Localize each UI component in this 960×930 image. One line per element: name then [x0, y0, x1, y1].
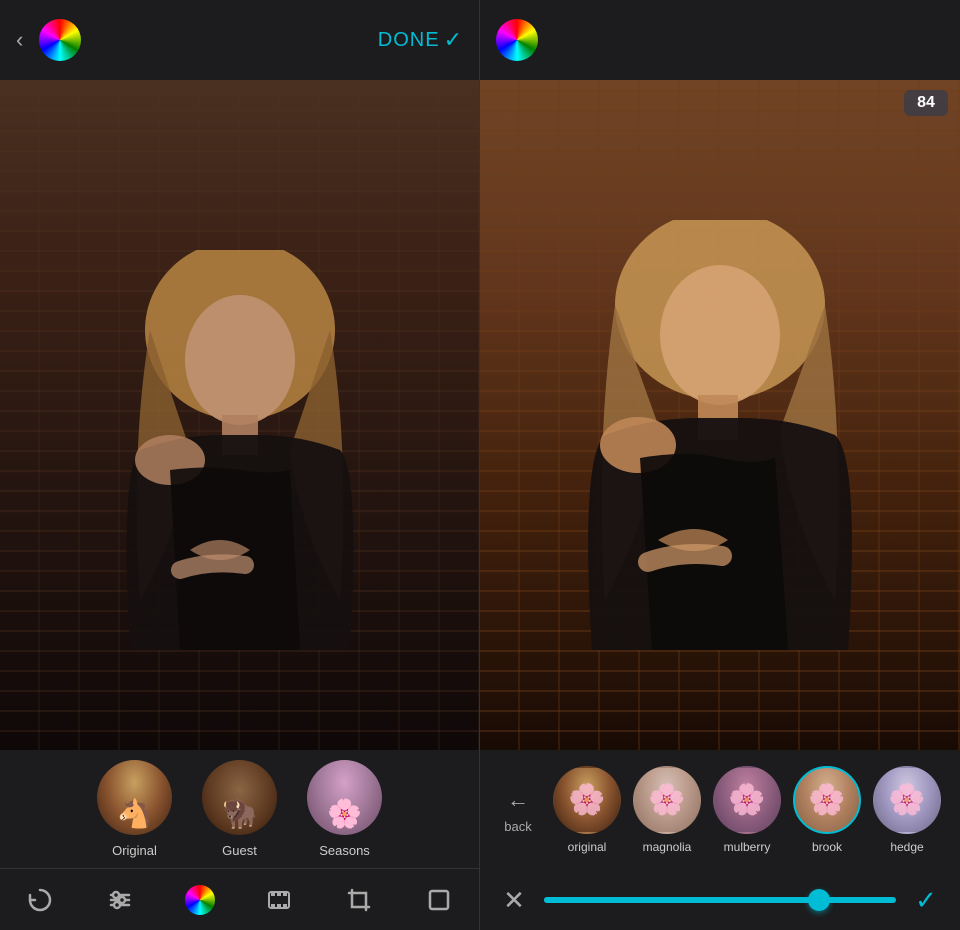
right-filter-row: ← back 🌸 original 🌸 magnolia [480, 750, 960, 870]
back-button[interactable]: ← back [488, 787, 548, 834]
color-wheel-button[interactable] [178, 878, 222, 922]
back-label: back [504, 819, 531, 834]
filter-item-seasons[interactable]: 🌸 Seasons [307, 760, 382, 858]
intensity-value: 84 [917, 94, 935, 111]
filter-label-seasons: Seasons [319, 843, 370, 858]
slider-thumb[interactable] [808, 889, 830, 911]
sliders-button[interactable] [98, 878, 142, 922]
brook-thumb-icon: 🌸 [808, 783, 845, 818]
filter-thumb-guest: 🦬 [202, 760, 277, 835]
done-checkmark-icon: ✓ [444, 27, 463, 53]
right-thumb-hedge: 🌸 [873, 766, 941, 834]
filter-thumbnails: 🐴 Original 🦬 Guest 🌸 Seasons [0, 750, 479, 868]
slider-row: ✕ ✓ [480, 870, 960, 930]
filter-label-original: Original [112, 843, 157, 858]
square-button[interactable] [417, 878, 461, 922]
right-filter-magnolia[interactable]: 🌸 magnolia [633, 766, 701, 854]
right-header [480, 0, 960, 80]
hedge-thumb-icon: 🌸 [888, 783, 925, 818]
slider-fill [544, 897, 819, 903]
right-image-area: 84 [480, 80, 960, 750]
filter-thumb-seasons: 🌸 [307, 760, 382, 835]
crop-button[interactable] [337, 878, 381, 922]
left-image-area [0, 80, 479, 750]
filter-thumb-original: 🐴 [97, 760, 172, 835]
person-figure-right [550, 220, 890, 750]
right-color-wheel-logo[interactable] [496, 19, 538, 61]
slider-track [544, 897, 896, 903]
right-thumb-original: 🌸 [553, 766, 621, 834]
right-filter-label-original: original [568, 840, 607, 854]
left-panel: ‹ DONE ✓ [0, 0, 480, 930]
right-filter-label-hedge: hedge [890, 840, 923, 854]
original-thumb-icon: 🌸 [568, 783, 605, 818]
right-filter-items-container: 🌸 original 🌸 magnolia 🌸 mulberry [548, 766, 952, 854]
intensity-slider[interactable] [544, 897, 896, 903]
right-filter-mulberry[interactable]: 🌸 mulberry [713, 766, 781, 854]
color-wheel-logo[interactable] [39, 19, 81, 61]
right-filter-label-mulberry: mulberry [724, 840, 771, 854]
left-bottom-strip: 🐴 Original 🦬 Guest 🌸 Seasons [0, 750, 479, 930]
filter-item-original[interactable]: 🐴 Original [97, 760, 172, 858]
back-chevron-icon[interactable]: ‹ [16, 27, 23, 53]
filter-label-guest: Guest [222, 843, 257, 858]
right-thumb-magnolia: 🌸 [633, 766, 701, 834]
right-filter-hedge[interactable]: 🌸 hedge [873, 766, 941, 854]
person-figure-left [90, 250, 390, 750]
flower-icon: 🌸 [327, 797, 362, 830]
cancel-button[interactable]: ✕ [496, 885, 532, 916]
right-filter-original[interactable]: 🌸 original [553, 766, 621, 854]
intensity-badge: 84 [904, 90, 948, 116]
done-button[interactable]: DONE ✓ [378, 27, 463, 53]
right-filter-label-magnolia: magnolia [643, 840, 692, 854]
right-thumb-brook: 🌸 [793, 766, 861, 834]
done-label: DONE [378, 29, 440, 52]
right-thumb-mulberry: 🌸 [713, 766, 781, 834]
confirm-button[interactable]: ✓ [908, 885, 944, 916]
back-arrow-icon: ← [507, 787, 529, 813]
film-strip-button[interactable] [257, 878, 301, 922]
magnolia-thumb-icon: 🌸 [648, 783, 685, 818]
mulberry-thumb-icon: 🌸 [728, 783, 765, 818]
left-header-left: ‹ [16, 19, 81, 61]
filter-item-guest[interactable]: 🦬 Guest [202, 760, 277, 858]
right-filter-label-brook: brook [812, 840, 842, 854]
right-bottom-controls: ← back 🌸 original 🌸 magnolia [480, 750, 960, 930]
bottom-toolbar [0, 868, 479, 930]
left-header: ‹ DONE ✓ [0, 0, 479, 80]
rotate-button[interactable] [18, 878, 62, 922]
right-panel: 84 ← back 🌸 original [480, 0, 960, 930]
right-filter-brook[interactable]: 🌸 brook [793, 766, 861, 854]
bison-icon: 🦬 [222, 797, 257, 830]
horse-icon: 🐴 [117, 797, 152, 830]
